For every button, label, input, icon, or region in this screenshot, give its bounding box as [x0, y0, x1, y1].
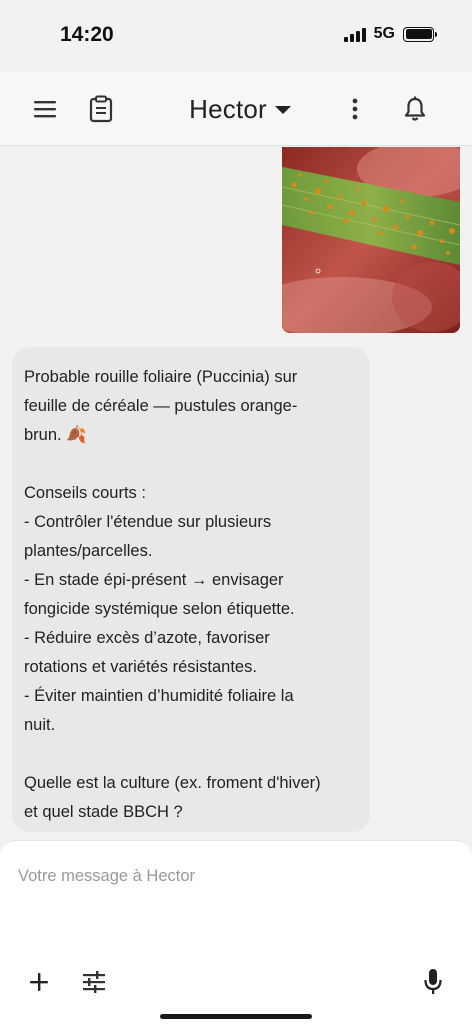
user-photo-message[interactable]	[282, 147, 460, 333]
more-vertical-icon[interactable]	[340, 94, 370, 124]
assistant-message-text: Probable rouille foliaire (Puccinia) sur…	[24, 368, 321, 821]
home-indicator	[160, 1014, 312, 1019]
bell-icon[interactable]	[400, 94, 430, 124]
hamburger-menu-icon[interactable]	[30, 94, 60, 124]
message-composer	[0, 840, 472, 1024]
clipboard-icon[interactable]	[86, 92, 116, 126]
status-bar: 14:20 5G	[0, 0, 472, 72]
assistant-selector[interactable]: Hector	[170, 92, 310, 126]
chat-screen: 14:20 5G Hector Probable rouille foliair…	[0, 0, 472, 1024]
chat-thread[interactable]: Probable rouille foliaire (Puccinia) sur…	[0, 147, 472, 840]
status-indicators: 5G	[343, 25, 437, 43]
caret-down-icon	[274, 106, 291, 114]
battery-icon	[403, 26, 437, 42]
network-label: 5G	[373, 25, 395, 42]
top-app-bar: Hector	[0, 72, 472, 146]
sliders-icon[interactable]	[80, 969, 108, 995]
assistant-message-bubble[interactable]: Probable rouille foliaire (Puccinia) sur…	[12, 347, 370, 832]
message-input[interactable]	[18, 861, 448, 891]
status-time: 14:20	[60, 23, 114, 46]
cellular-signal-icon	[343, 26, 366, 42]
app-title: Hector	[189, 93, 267, 124]
microphone-icon[interactable]	[420, 967, 446, 997]
plus-icon[interactable]	[26, 969, 52, 995]
leaf-photo-image	[282, 147, 460, 333]
